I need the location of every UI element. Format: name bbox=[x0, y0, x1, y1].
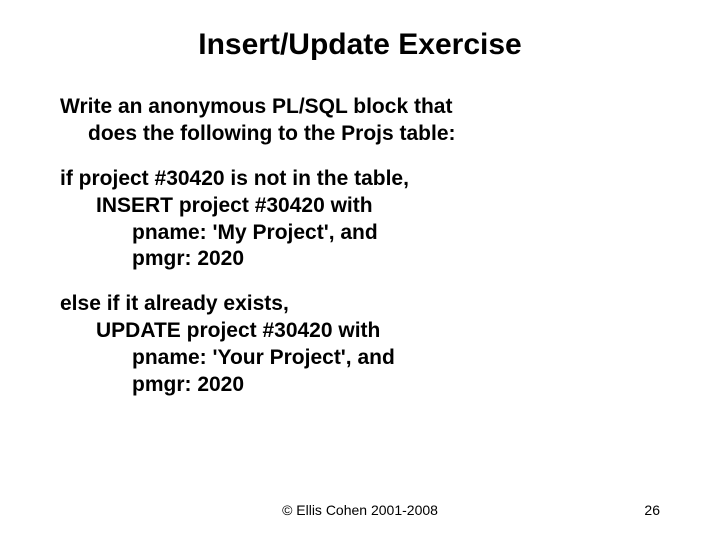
if-block: if project #30420 is not in the table, I… bbox=[60, 166, 660, 274]
else-line-2: UPDATE project #30420 with bbox=[60, 318, 660, 345]
slide-title: Insert/Update Exercise bbox=[60, 28, 660, 62]
else-line-3: pname: 'Your Project', and bbox=[60, 345, 660, 372]
if-line-2: INSERT project #30420 with bbox=[60, 193, 660, 220]
else-block: else if it already exists, UPDATE projec… bbox=[60, 291, 660, 399]
else-line-1: else if it already exists, bbox=[60, 291, 660, 318]
else-line-4: pmgr: 2020 bbox=[60, 372, 660, 399]
if-line-4: pmgr: 2020 bbox=[60, 246, 660, 273]
copyright-footer: © Ellis Cohen 2001-2008 bbox=[0, 502, 720, 518]
if-line-3: pname: 'My Project', and bbox=[60, 220, 660, 247]
intro-line-1: Write an anonymous PL/SQL block that bbox=[60, 95, 452, 118]
if-line-1: if project #30420 is not in the table, bbox=[60, 166, 660, 193]
page-number: 26 bbox=[644, 502, 660, 518]
intro-paragraph: Write an anonymous PL/SQL block that doe… bbox=[60, 94, 660, 148]
intro-line-2: does the following to the Projs table: bbox=[60, 121, 660, 148]
